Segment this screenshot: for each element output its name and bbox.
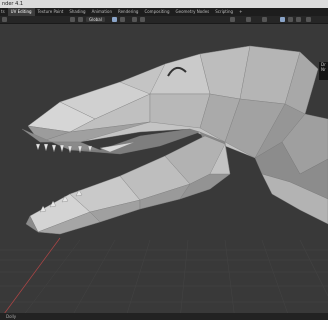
overlay-icon[interactable] [246, 17, 251, 22]
rendered-shading-icon[interactable] [296, 17, 301, 22]
tab-rendering[interactable]: Rendering [115, 8, 141, 16]
transform-orientation-dropdown[interactable]: Global [86, 17, 105, 22]
falloff-icon[interactable] [140, 17, 145, 22]
nav-label-2: Nr [321, 67, 326, 72]
select-mode-icon[interactable] [70, 17, 75, 22]
viewport-gizmo-icon[interactable] [230, 17, 235, 22]
snap-target-icon[interactable] [120, 17, 125, 22]
x-axis-line [3, 237, 61, 315]
editor-type-icon[interactable] [2, 17, 7, 22]
tab-animation[interactable]: Animation [89, 8, 115, 16]
tab-layout[interactable]: ts [0, 8, 8, 16]
shading-options-icon[interactable] [306, 17, 311, 22]
solid-shading-icon[interactable] [280, 17, 285, 22]
dinosaur-head-mesh[interactable] [21, 45, 328, 235]
status-bar: Dolly [0, 313, 328, 320]
tab-uv-editing[interactable]: UV Editing [7, 8, 35, 16]
window-title: nder 4.1 [2, 1, 24, 7]
add-workspace-button[interactable]: + [236, 8, 245, 16]
status-text: Dolly [6, 314, 17, 319]
3d-viewport[interactable] [0, 24, 328, 320]
material-preview-icon[interactable] [288, 17, 293, 22]
transform-pivot-icon[interactable] [78, 17, 83, 22]
navigation-sidebar[interactable]: Dr Nr [319, 62, 328, 80]
title-bar: nder 4.1 [0, 0, 328, 8]
xray-icon[interactable] [262, 17, 267, 22]
tab-compositing[interactable]: Compositing [141, 8, 172, 16]
floor-grid [0, 239, 328, 320]
snap-icon[interactable] [112, 17, 117, 22]
workspace-tabs: ts UV Editing Texture Paint Shading Animatio… [0, 8, 328, 16]
tab-scripting[interactable]: Scripting [212, 8, 236, 16]
proportional-edit-icon[interactable] [132, 17, 137, 22]
tab-geometry-nodes[interactable]: Geometry Nodes [173, 8, 213, 16]
tab-shading[interactable]: Shading [66, 8, 88, 16]
viewport-header: Global [0, 16, 328, 24]
tab-texture-paint[interactable]: Texture Paint [35, 8, 67, 16]
